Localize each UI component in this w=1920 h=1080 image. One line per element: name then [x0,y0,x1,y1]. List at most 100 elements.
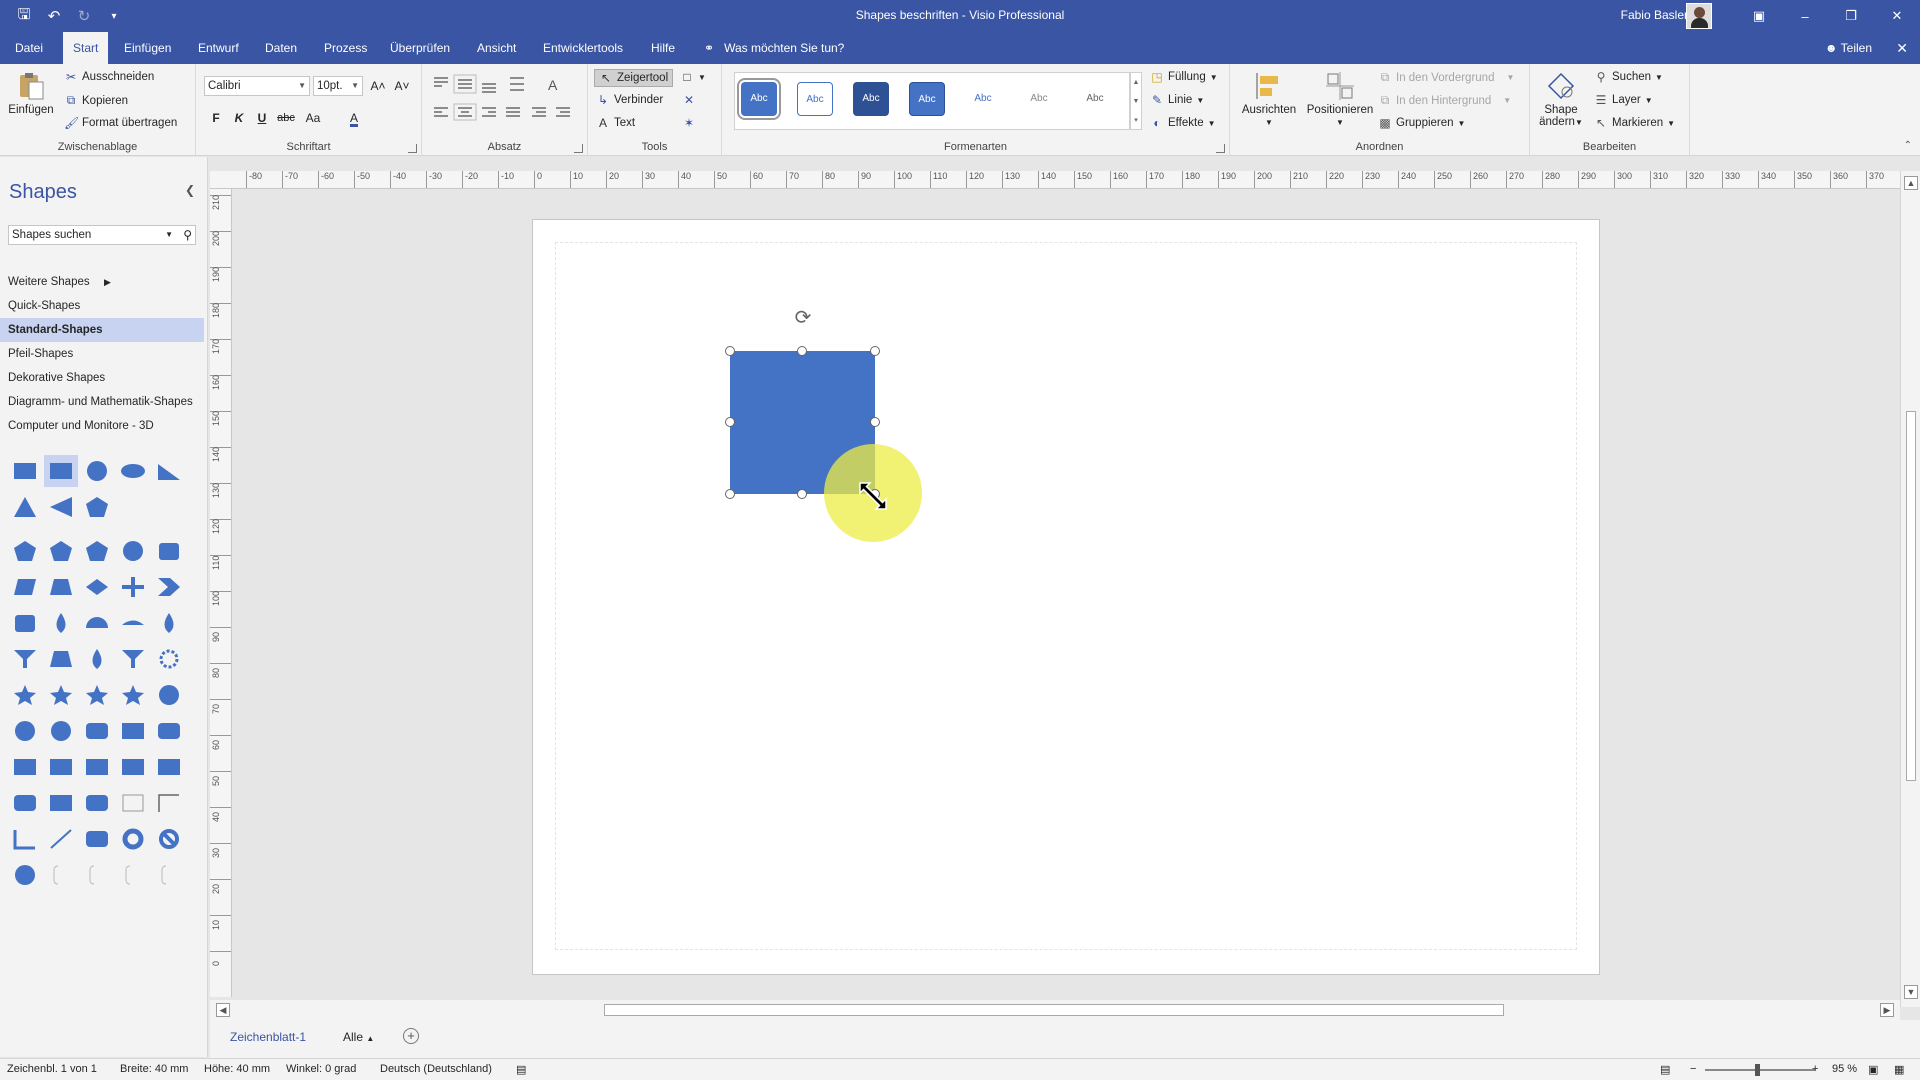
resize-handle-left[interactable] [725,417,735,427]
stencil-shape-rectangle[interactable] [8,455,42,487]
tab-hilfe[interactable]: Hilfe [641,32,685,64]
stencil-shape-corner[interactable] [152,787,186,819]
close-tool-button[interactable]: ✕ [682,93,696,107]
stencil-shape-gear[interactable] [152,643,186,675]
tab-ueberpruefen[interactable]: Überprüfen [380,32,460,64]
stencil-shape-hexagon[interactable] [8,535,42,567]
tab-prozess[interactable]: Prozess [314,32,377,64]
stencil-shape-triangle[interactable] [8,491,42,523]
resize-handle-right[interactable] [870,417,880,427]
position-button[interactable]: Positionieren ▼ [1302,70,1378,128]
strikethrough-button[interactable]: abc [276,108,296,128]
style-thumb[interactable]: Abc [1021,82,1057,116]
copy-button[interactable]: ⧉ Kopieren [64,93,128,108]
stencil-shape-frame[interactable] [8,751,42,783]
status-angle[interactable]: Winkel: 0 grad [286,1063,356,1075]
vertical-scrollbar[interactable]: ▲ ▼ [1900,171,1920,1007]
zoom-slider-knob[interactable] [1754,1064,1760,1076]
scroll-down-icon[interactable]: ▼ [1904,985,1918,999]
all-sheets-button[interactable]: Alle ▲ [343,1030,374,1044]
shapes-search-input[interactable]: Shapes suchen ▼ ⚲ [8,225,196,245]
italic-button[interactable]: K [229,108,249,128]
stencil-shape-half-circle[interactable] [80,607,114,639]
tab-start[interactable]: Start [63,32,109,64]
stencil-shape-chevron[interactable] [152,571,186,603]
stencil-shape-brace-right[interactable] [152,859,186,891]
underline-button[interactable]: U [252,108,272,128]
font-size-combo[interactable]: 10pt. ▼ [313,76,363,96]
stencil-shape-no-symbol[interactable] [152,823,186,855]
stencil-shape-rect-5[interactable] [116,751,150,783]
stencil-shape-rect-7[interactable] [44,787,78,819]
stencil-shape-cube[interactable] [8,607,42,639]
vertical-scroll-thumb[interactable] [1906,411,1916,781]
resize-handle-bottom[interactable] [797,489,807,499]
sheet-tab-current[interactable]: Zeichenblatt-1 [230,1030,306,1044]
style-thumb[interactable]: Abc [853,82,889,116]
rectangle-tool-button[interactable]: □ ▼ [680,70,706,84]
effects-button[interactable]: ◐ Effekte ▼ [1150,116,1215,130]
scroll-right-icon[interactable]: ▶ [1880,1003,1894,1017]
stencil-shape-bracket-right[interactable] [80,859,114,891]
tell-me-box[interactable]: ⚭ Was möchten Sie tun? [704,32,844,64]
bold-button[interactable]: F [206,108,226,128]
stencil-shape-pyramid[interactable] [44,643,78,675]
grow-font-button[interactable]: A˄ [368,76,388,96]
stencil-shape-seal[interactable] [152,679,186,711]
pointer-tool-button[interactable]: ↖ Zeigertool [594,69,674,87]
stencil-shape-star-4[interactable] [8,679,42,711]
rotate-handle-icon[interactable]: ⟳ [791,306,815,330]
layer-button[interactable]: ☰ Layer ▼ [1594,93,1653,107]
style-thumb[interactable]: Abc [1077,82,1113,116]
add-sheet-icon[interactable]: + [403,1028,419,1044]
drawing-page[interactable] [532,219,1600,975]
search-icon[interactable]: ⚲ [183,226,192,244]
stencil-shape-can[interactable] [152,535,186,567]
select-button[interactable]: ↖ Markieren ▼ [1594,116,1675,130]
resize-handle-bottom-left[interactable] [725,489,735,499]
stencil-shape-cross[interactable] [116,571,150,603]
stencil-shape-trapezoid[interactable] [44,571,78,603]
stencil-shape-half-moon[interactable] [116,607,150,639]
text-tool-button[interactable]: A Text [596,116,635,130]
format-painter-button[interactable]: 🖌 Format übertragen [64,116,177,130]
stencil-computer-monitors-3d[interactable]: Computer und Monitore - 3D [0,414,204,438]
resize-handle-top[interactable] [797,346,807,356]
stencil-standard-shapes[interactable]: Standard-Shapes [0,318,204,342]
ribbon-options-icon[interactable]: ▣ [1736,0,1782,32]
gallery-scroll[interactable]: ▲ ▼ ▾ [1130,72,1142,130]
zoom-slider[interactable] [1705,1064,1815,1076]
switch-windows-icon[interactable]: ▦ [1894,1063,1904,1076]
status-language[interactable]: Deutsch (Deutschland) [380,1063,492,1075]
stencil-shape-rounded-rect-2[interactable] [8,787,42,819]
chevron-down-icon[interactable]: ▼ [165,226,173,244]
fit-page-icon[interactable]: ▣ [1868,1063,1878,1076]
tab-datei[interactable]: Datei [5,32,53,64]
stencil-shape-donut[interactable] [116,823,150,855]
stencil-shape-parallelogram[interactable] [8,571,42,603]
stencil-shape-cone[interactable] [152,607,186,639]
presentation-mode-icon[interactable]: ▤ [1660,1063,1670,1076]
stencil-shape-rounded-rect-4[interactable] [80,823,114,855]
user-name[interactable]: Fabio Basler [1621,8,1688,22]
paragraph-tools-icon[interactable]: A [432,74,582,134]
stencil-shape-square[interactable] [44,455,78,487]
horizontal-scrollbar[interactable]: ◀ ▶ [210,1000,1900,1020]
style-thumb[interactable]: Abc [797,82,833,116]
stencil-shape-filter[interactable] [116,643,150,675]
stencil-shape-drop[interactable] [44,607,78,639]
align-button[interactable]: Ausrichten ▼ [1238,70,1300,128]
stencil-diagram-math-shapes[interactable]: Diagramm- und Mathematik-Shapes [0,390,204,414]
connection-point-button[interactable]: ✶ [682,116,696,130]
bring-to-front-button[interactable]: ⧉ In den Vordergrund ▼ [1378,70,1515,85]
stencil-shape-circle[interactable] [80,455,114,487]
fill-button[interactable]: ◳ Füllung ▼ [1150,70,1217,84]
resize-handle-top-right[interactable] [870,346,880,356]
shape-styles-dialog-launcher[interactable] [1216,144,1225,153]
collapse-panel-icon[interactable]: ❮ [185,183,195,197]
drawing-canvas[interactable]: ⟳ [232,189,1900,997]
zoom-in-icon[interactable]: + [1812,1063,1818,1075]
stencil-shape-star-6[interactable] [80,679,114,711]
find-button[interactable]: ⚲ Suchen ▼ [1594,70,1663,84]
stencil-shape-rect-3[interactable] [44,751,78,783]
